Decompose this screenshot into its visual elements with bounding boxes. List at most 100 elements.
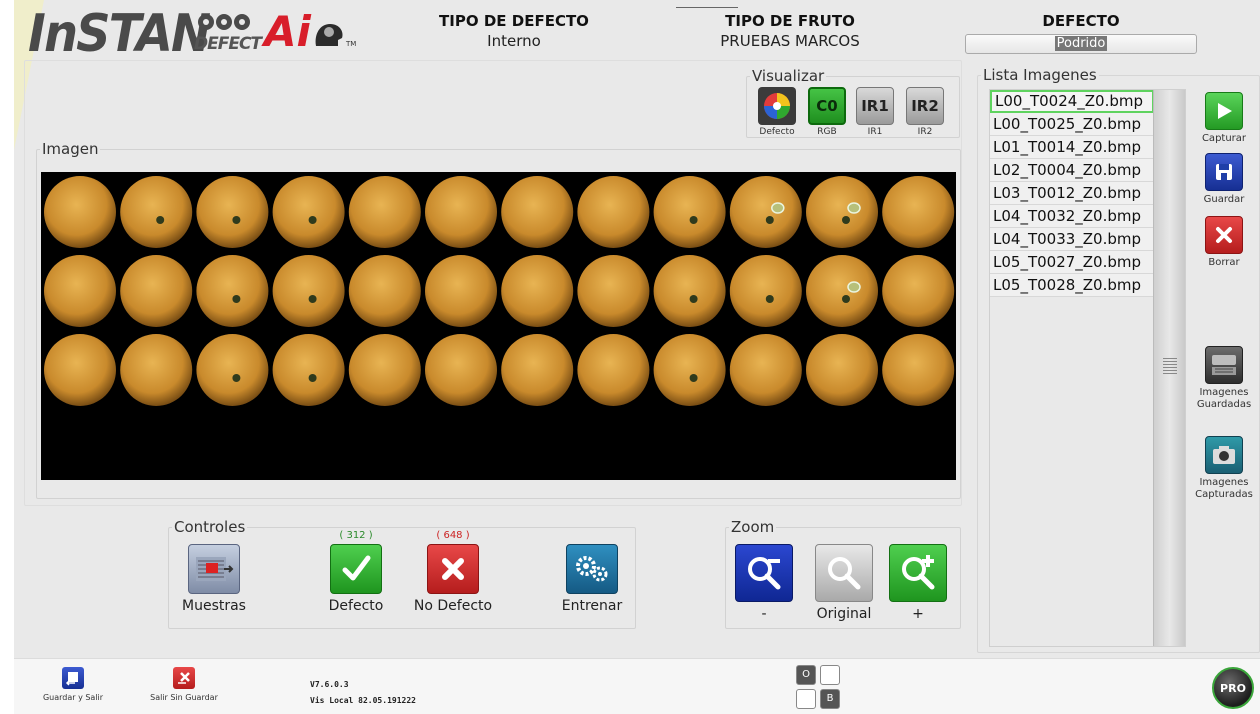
list-item[interactable]: L04_T0033_Z0.bmp — [990, 228, 1154, 251]
fruit-sample — [120, 176, 193, 248]
app-window: InSTAN DEFECT Ai TM TIPO DE DEFECTO Inte… — [14, 0, 1260, 714]
vis-rgb-label: RGB — [817, 127, 837, 137]
fruit-sample — [425, 334, 497, 406]
samples-icon — [188, 544, 240, 594]
zoom-original-button[interactable]: Original — [808, 530, 880, 622]
delete-svg — [1216, 227, 1232, 243]
pro-mode-icon[interactable]: PRO — [1212, 667, 1254, 709]
vis-ir2-label: IR2 — [917, 127, 933, 137]
list-item[interactable]: L05_T0028_Z0.bmp — [990, 274, 1154, 297]
image-list[interactable]: L00_T0024_Z0.bmp L00_T0025_Z0.bmp L01_T0… — [989, 89, 1186, 647]
salir-sin-guardar-label: Salir Sin Guardar — [150, 693, 218, 702]
imagen-title: Imagen — [40, 140, 101, 158]
fruit-sample — [120, 255, 193, 327]
salir-sin-guardar-button[interactable]: Salir Sin Guardar — [144, 667, 224, 702]
list-item[interactable]: L03_T0012_Z0.bmp — [990, 182, 1154, 205]
scrollbar-grip[interactable] — [1163, 358, 1177, 376]
no-defecto-count: ( 648 ) — [436, 530, 470, 541]
fruit-grid-svg — [44, 176, 955, 406]
vis-ir2-button[interactable]: IR2 IR2 — [905, 87, 945, 137]
list-item[interactable]: L04_T0032_Z0.bmp — [990, 205, 1154, 228]
b-indicator-blank[interactable] — [796, 689, 816, 709]
o-indicator[interactable]: O — [796, 665, 816, 685]
c0-icon-text: C0 — [816, 97, 838, 115]
logo-defect: DEFECT — [194, 34, 262, 54]
tipo-defecto-value: Interno — [487, 32, 541, 50]
entrenar-label: Entrenar — [561, 598, 623, 614]
exit-no-save-icon — [173, 667, 195, 689]
guardar-button[interactable]: Guardar — [1186, 153, 1260, 206]
fruit-sample — [882, 334, 955, 406]
defect-highlight — [771, 202, 785, 214]
gears-icon — [566, 544, 618, 594]
vis-rgb-button[interactable]: C0 RGB — [807, 87, 847, 137]
vis-ir1-button[interactable]: IR1 IR1 — [855, 87, 895, 137]
bottom-bar: Guardar y Salir Salir Sin Guardar V7.6.0… — [14, 658, 1260, 714]
save-exit-svg — [65, 672, 78, 686]
defecto-button[interactable]: ( 312 ) Defecto — [316, 530, 396, 614]
defecto-selector[interactable]: Podrido — [965, 34, 1197, 54]
zoom-out-icon — [735, 544, 793, 602]
capturar-button[interactable]: Capturar — [1186, 92, 1260, 145]
fruit-sample — [653, 255, 726, 327]
no-defecto-button[interactable]: ( 648 ) No Defecto — [410, 530, 496, 614]
no-defecto-label: No Defecto — [413, 598, 493, 614]
fruit-sample — [425, 176, 497, 248]
list-item[interactable]: L05_T0027_Z0.bmp — [990, 251, 1154, 274]
camera-icon — [1205, 436, 1243, 474]
defecto-label: Defecto — [328, 598, 384, 614]
fruit-stem-mark — [842, 216, 850, 224]
fruit-sample — [653, 176, 726, 248]
list-item[interactable]: L01_T0014_Z0.bmp — [990, 136, 1154, 159]
fruit-sample — [806, 255, 878, 327]
tipo-fruto-value: PRUEBAS MARCOS — [720, 32, 860, 50]
gears-svg — [576, 556, 608, 582]
o-indicator-blank[interactable] — [820, 665, 840, 685]
fruit-sample — [272, 176, 345, 248]
fruit-sample — [501, 255, 574, 327]
zoom-original-svg — [828, 557, 861, 590]
borrar-button[interactable]: Borrar — [1186, 216, 1260, 269]
guardar-salir-button[interactable]: Guardar y Salir — [38, 667, 108, 702]
zoom-in-svg — [902, 555, 935, 590]
fruit-sample — [729, 176, 802, 248]
check-svg — [342, 555, 371, 581]
borrar-label: Borrar — [1208, 257, 1240, 268]
imagenes-guardadas-label: Imagenes Guardadas — [1196, 387, 1252, 410]
imagenes-guardadas-button[interactable]: Imagenes Guardadas — [1186, 346, 1260, 411]
delete-icon — [1205, 216, 1243, 254]
fruit-stem-mark — [689, 295, 698, 303]
exit-no-save-svg — [178, 672, 190, 684]
color-wheel-svg — [764, 93, 790, 119]
b-indicator[interactable]: B — [820, 689, 840, 709]
zoom-out-svg — [748, 557, 781, 590]
vis-ir1-label: IR1 — [867, 127, 883, 137]
zoom-in-button[interactable]: + — [886, 530, 950, 622]
fruit-sample — [196, 255, 269, 327]
version-info: V7.6.0.3 Vis Local 82.05.191222 — [310, 677, 416, 709]
defecto-count: ( 312 ) — [339, 530, 373, 541]
fruit-stem-mark — [232, 216, 241, 224]
fruit-stem-mark — [689, 374, 698, 382]
visualizar-title: Visualizar — [750, 67, 827, 85]
list-item[interactable]: L00_T0025_Z0.bmp — [990, 113, 1154, 136]
fruit-sample — [120, 334, 193, 406]
list-item[interactable]: L00_T0024_Z0.bmp — [990, 90, 1154, 113]
ir2-icon-text: IR2 — [911, 97, 939, 115]
zoom-in-icon — [889, 544, 947, 602]
zoom-out-button[interactable]: - — [732, 530, 796, 622]
app-logo: InSTAN DEFECT Ai TM — [14, 0, 384, 64]
imagenes-capturadas-label: Imagenes Capturadas — [1195, 477, 1253, 500]
tipo-defecto-title: TIPO DE DEFECTO — [439, 12, 589, 30]
muestras-button[interactable]: Muestras — [174, 530, 254, 614]
vis-defecto-button[interactable]: Defecto — [757, 87, 797, 137]
imagenes-capturadas-button[interactable]: Imagenes Capturadas — [1186, 436, 1260, 501]
entrenar-button[interactable]: Entrenar — [552, 530, 632, 614]
lista-title: Lista Imagenes — [981, 66, 1099, 84]
fruit-stem-mark — [232, 295, 241, 303]
list-item[interactable]: L02_T0004_Z0.bmp — [990, 159, 1154, 182]
list-scrollbar[interactable] — [1153, 90, 1185, 646]
logo-ai: Ai — [264, 7, 311, 56]
save-icon — [1205, 153, 1243, 191]
fruit-image-canvas[interactable] — [41, 172, 956, 480]
